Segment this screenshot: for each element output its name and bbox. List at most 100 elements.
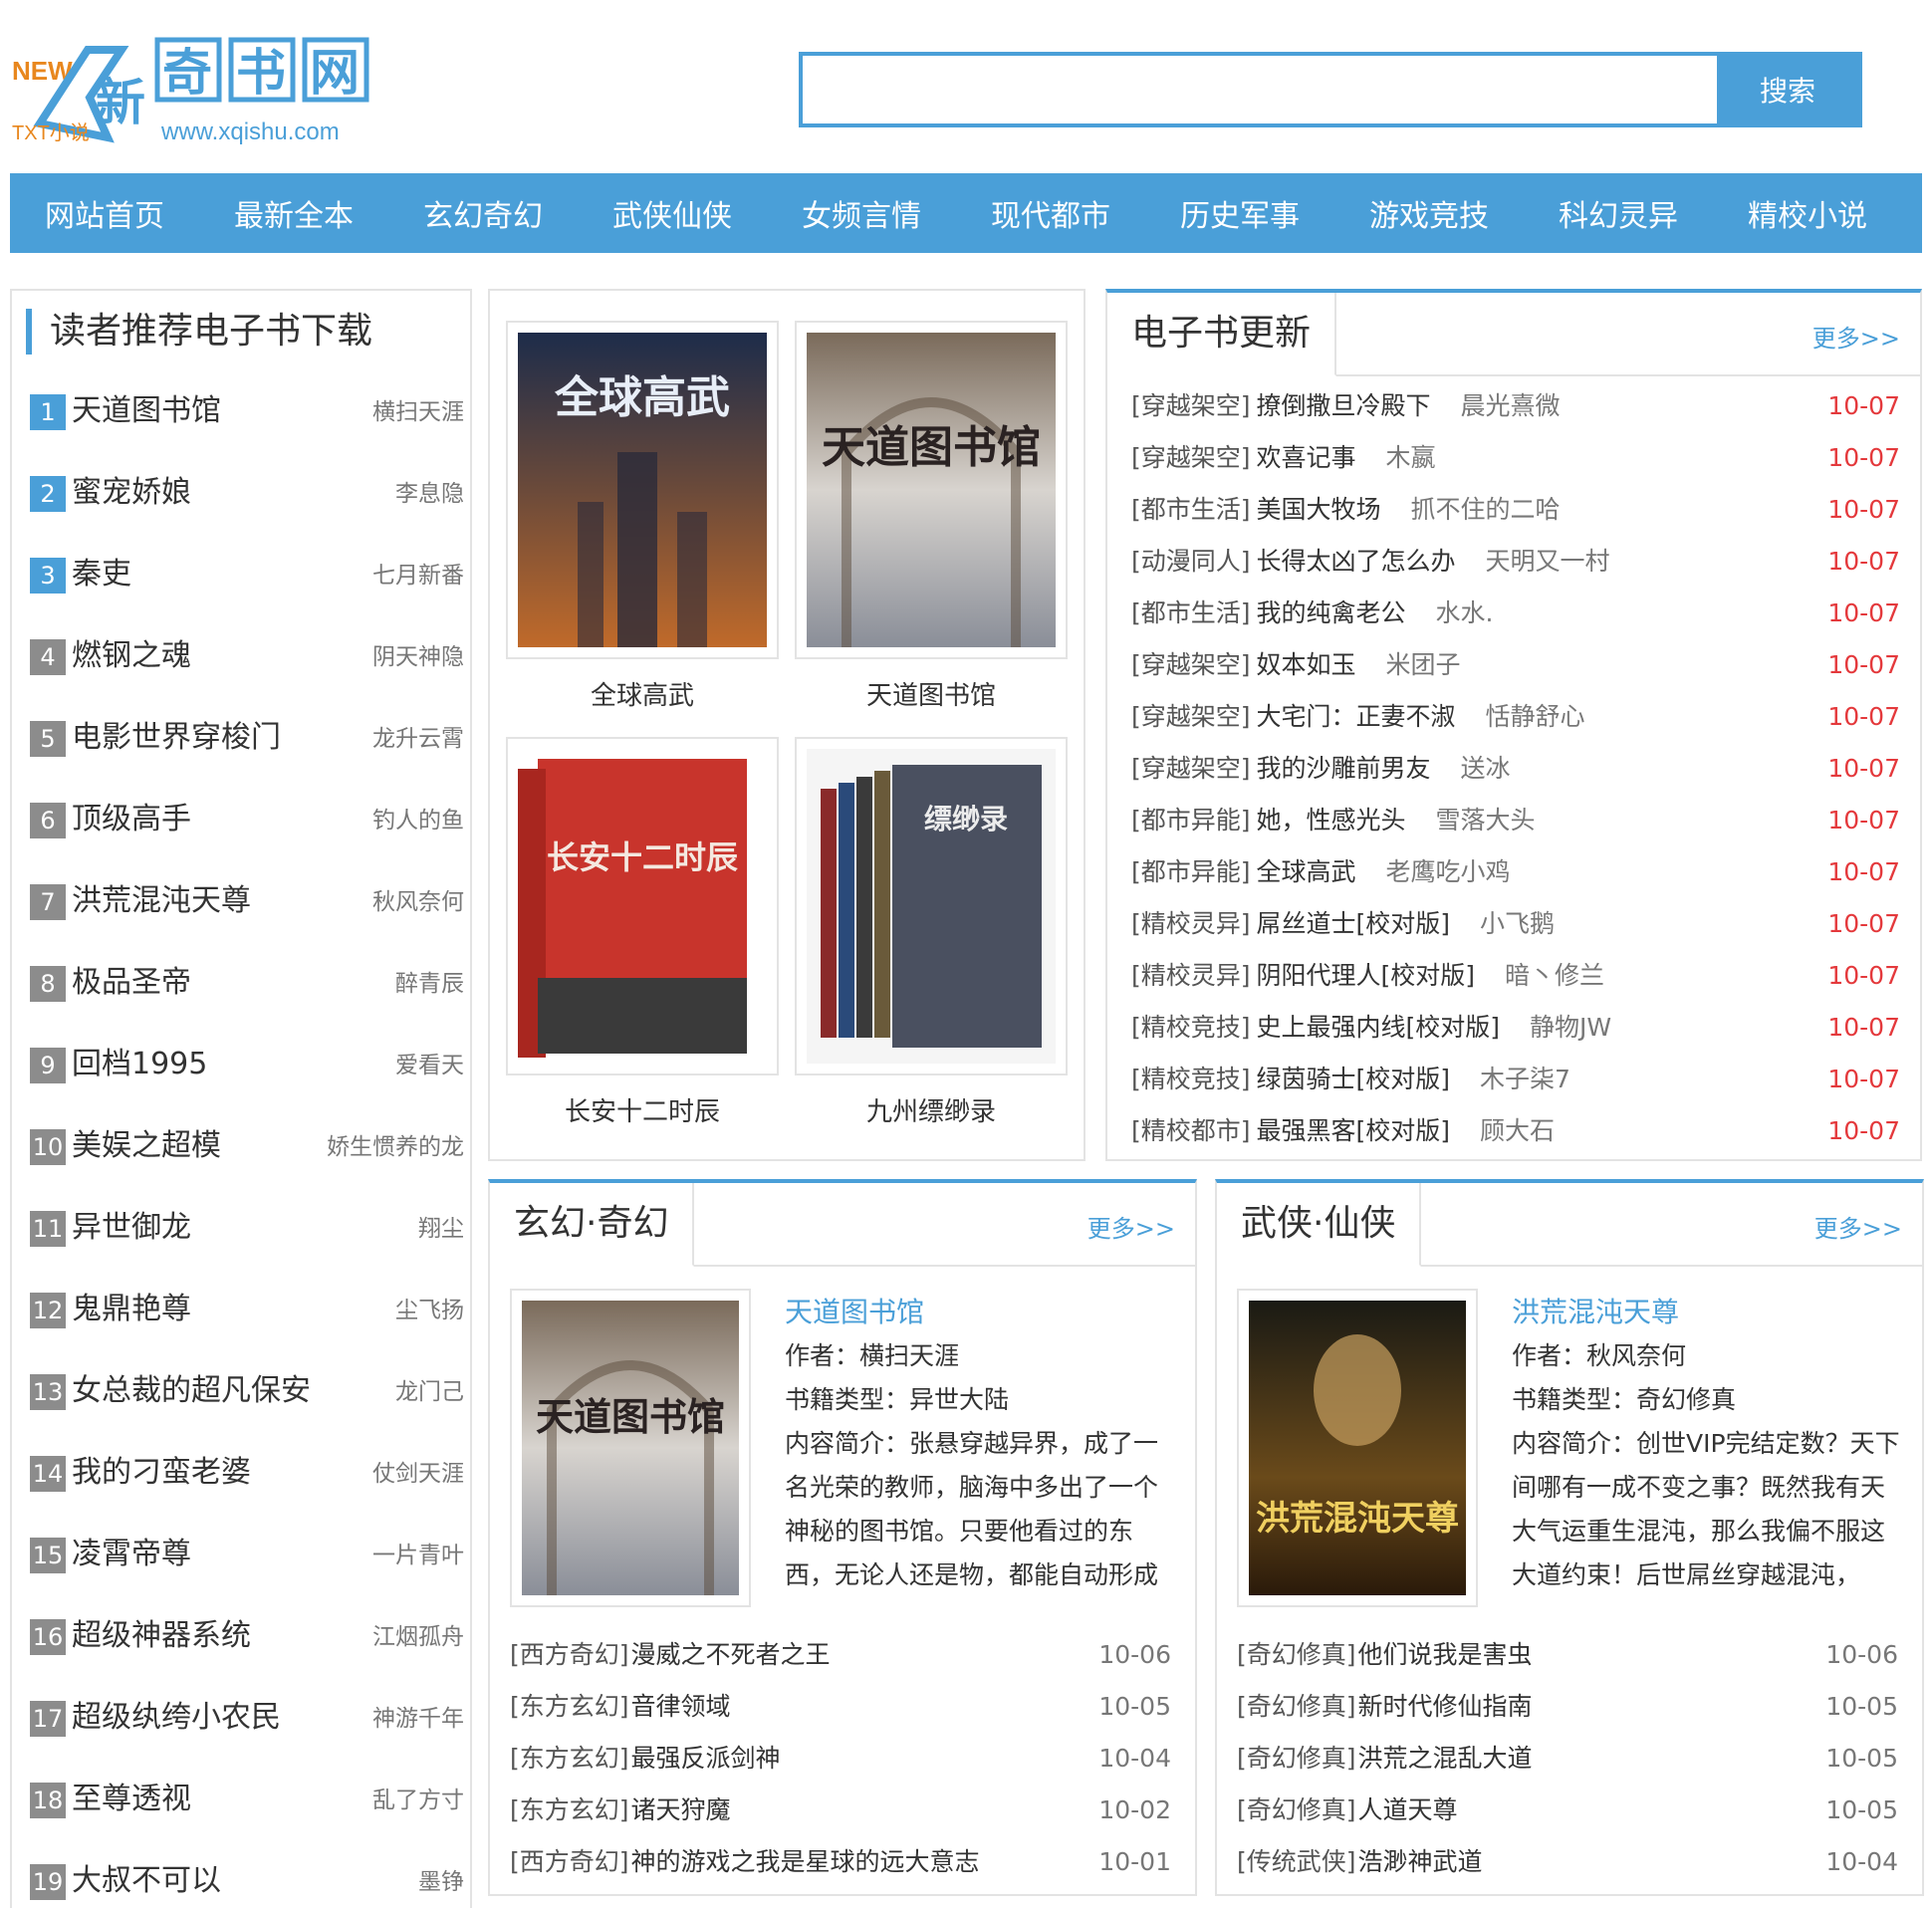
genre-category[interactable]: [西方奇幻] <box>510 1847 629 1876</box>
update-row[interactable]: [穿越架空] 撩倒撒旦冷殿下 晨光熹微 10-07 <box>1131 388 1900 424</box>
update-book-title[interactable]: 全球高武 <box>1257 857 1356 886</box>
update-book-title[interactable]: 我的纯禽老公 <box>1257 598 1406 627</box>
nav-romance[interactable]: 女频言情 <box>767 191 956 235</box>
book-cover-frame[interactable]: 全球高武 <box>506 321 779 659</box>
update-row[interactable]: [穿越架空] 我的沙雕前男友 送冰 10-07 <box>1131 751 1900 787</box>
genre-category[interactable]: [东方玄幻] <box>510 1744 629 1773</box>
ranking-item[interactable]: 18 至尊透视 乱了方寸 <box>30 1779 464 1818</box>
genre-list-row[interactable]: [奇幻修真]新时代修仙指南 10-05 <box>1237 1689 1898 1725</box>
update-book-title[interactable]: 我的沙雕前男友 <box>1257 754 1431 783</box>
update-book-title[interactable]: 撩倒撒旦冷殿下 <box>1257 391 1431 420</box>
update-author[interactable]: 晨光熹微 <box>1461 391 1561 420</box>
ranking-item[interactable]: 12 鬼鼎艳尊 尘飞扬 <box>30 1289 464 1328</box>
nav-xuanhuan[interactable]: 玄幻奇幻 <box>388 191 578 235</box>
update-book-title[interactable]: 史上最强内线[校对版] <box>1257 1013 1501 1042</box>
featured-book-title[interactable]: 九州缥缈录 <box>795 1091 1068 1128</box>
more-link[interactable]: 更多>> <box>1812 319 1900 354</box>
book-cover-image[interactable]: 天道图书馆 <box>807 333 1056 647</box>
update-row[interactable]: [精校竞技] 史上最强内线[校对版] 静物JW 10-07 <box>1131 1010 1900 1046</box>
ranking-item[interactable]: 16 超级神器系统 江烟孤舟 <box>30 1615 464 1655</box>
update-author[interactable]: 木子柒7 <box>1480 1065 1570 1093</box>
nav-gaming[interactable]: 游戏竞技 <box>1334 191 1524 235</box>
rank-book-title[interactable]: 异世御龙 <box>72 1207 191 1249</box>
update-row[interactable]: [都市生活] 美国大牧场 抓不住的二哈 10-07 <box>1131 492 1900 528</box>
update-book-title[interactable]: 她，性感光头 <box>1257 806 1406 835</box>
ranking-item[interactable]: 13 女总裁的超凡保安 龙门己 <box>30 1370 464 1410</box>
genre-list-row[interactable]: [西方奇幻]神的游戏之我是星球的远大意志 10-01 <box>510 1844 1171 1880</box>
update-category[interactable]: [都市生活] <box>1131 598 1251 627</box>
featured-book[interactable]: 缥缈录 九州缥缈录 <box>795 737 1068 1128</box>
update-book-title[interactable]: 最强黑客[校对版] <box>1257 1116 1451 1145</box>
rank-book-title[interactable]: 凌霄帝尊 <box>72 1534 191 1575</box>
rank-book-title[interactable]: 女总裁的超凡保安 <box>72 1370 311 1412</box>
update-category[interactable]: [都市异能] <box>1131 857 1251 886</box>
nav-home[interactable]: 网站首页 <box>10 191 199 235</box>
ranking-item[interactable]: 15 凌霄帝尊 一片青叶 <box>30 1534 464 1573</box>
update-row[interactable]: [都市生活] 我的纯禽老公 水水. 10-07 <box>1131 596 1900 631</box>
featured-book-title[interactable]: 天道图书馆 <box>785 1291 1175 1334</box>
update-row[interactable]: [穿越架空] 大宅门：正妻不淑 恬静舒心 10-07 <box>1131 699 1900 735</box>
featured-book[interactable]: 全球高武 全球高武 <box>506 321 779 712</box>
genre-category[interactable]: [东方玄幻] <box>510 1795 629 1824</box>
ranking-item[interactable]: 7 洪荒混沌天尊 秋风奈何 <box>30 880 464 920</box>
update-category[interactable]: [精校灵异] <box>1131 909 1251 938</box>
update-row[interactable]: [精校灵异] 屌丝道士[校对版] 小飞鹅 10-07 <box>1131 906 1900 942</box>
update-book-title[interactable]: 长得太凶了怎么办 <box>1257 547 1456 576</box>
genre-category[interactable]: [传统武侠] <box>1237 1847 1356 1876</box>
update-book-title[interactable]: 美国大牧场 <box>1257 495 1381 524</box>
featured-book-title[interactable]: 长安十二时辰 <box>506 1091 779 1128</box>
book-cover-image[interactable]: 长安十二时辰 <box>518 749 767 1064</box>
nav-latest-complete[interactable]: 最新全本 <box>199 191 388 235</box>
update-category[interactable]: [精校竞技] <box>1131 1065 1251 1093</box>
ranking-item[interactable]: 8 极品圣帝 醉青辰 <box>30 962 464 1002</box>
book-cover-frame[interactable]: 洪荒混沌天尊 <box>1237 1289 1478 1607</box>
genre-category[interactable]: [东方玄幻] <box>510 1692 629 1721</box>
update-author[interactable]: 老鹰吃小鸡 <box>1386 857 1511 886</box>
update-row[interactable]: [都市异能] 全球高武 老鹰吃小鸡 10-07 <box>1131 854 1900 890</box>
nav-proofread[interactable]: 精校小说 <box>1713 191 1902 235</box>
update-category[interactable]: [精校灵异] <box>1131 961 1251 990</box>
genre-book-title[interactable]: 音律领域 <box>631 1692 731 1721</box>
update-row[interactable]: [穿越架空] 奴本如玉 米团子 10-07 <box>1131 647 1900 683</box>
rank-book-title[interactable]: 极品圣帝 <box>72 962 191 1004</box>
update-book-title[interactable]: 欢喜记事 <box>1257 443 1356 472</box>
rank-book-title[interactable]: 我的刁蛮老婆 <box>72 1452 251 1494</box>
rank-book-title[interactable]: 洪荒混沌天尊 <box>72 880 251 922</box>
search-input[interactable] <box>803 56 1717 123</box>
rank-book-title[interactable]: 超级神器系统 <box>72 1615 251 1657</box>
ranking-item[interactable]: 17 超级纨绔小农民 神游千年 <box>30 1697 464 1737</box>
rank-book-title[interactable]: 回档1995 <box>72 1044 207 1085</box>
ranking-item[interactable]: 3 秦吏 七月新番 <box>30 554 464 594</box>
book-cover-frame[interactable]: 天道图书馆 <box>795 321 1068 659</box>
update-book-title[interactable]: 大宅门：正妻不淑 <box>1257 702 1456 731</box>
genre-category[interactable]: [西方奇幻] <box>510 1640 629 1669</box>
update-book-title[interactable]: 阴阳代理人[校对版] <box>1257 961 1476 990</box>
book-cover-image[interactable]: 全球高武 <box>518 333 767 647</box>
update-row[interactable]: [动漫同人] 长得太凶了怎么办 天明又一村 10-07 <box>1131 544 1900 580</box>
book-cover-image[interactable]: 洪荒混沌天尊 <box>1249 1301 1466 1595</box>
update-author[interactable]: 抓不住的二哈 <box>1411 495 1561 524</box>
rank-book-title[interactable]: 秦吏 <box>72 554 131 596</box>
genre-book-title[interactable]: 人道天尊 <box>1358 1795 1458 1824</box>
update-author[interactable]: 天明又一村 <box>1486 547 1610 576</box>
rank-book-title[interactable]: 电影世界穿梭门 <box>72 717 281 759</box>
featured-book-title[interactable]: 洪荒混沌天尊 <box>1512 1291 1902 1334</box>
ranking-item[interactable]: 10 美娱之超模 娇生惯养的龙 <box>30 1125 464 1165</box>
update-author[interactable]: 米团子 <box>1386 650 1461 679</box>
genre-category[interactable]: [奇幻修真] <box>1237 1744 1356 1773</box>
genre-book-title[interactable]: 他们说我是害虫 <box>1358 1640 1533 1669</box>
book-cover-frame[interactable]: 长安十二时辰 <box>506 737 779 1075</box>
book-cover-image[interactable]: 缥缈录 <box>807 749 1056 1064</box>
ranking-item[interactable]: 14 我的刁蛮老婆 仗剑天涯 <box>30 1452 464 1492</box>
update-category[interactable]: [精校竞技] <box>1131 1013 1251 1042</box>
genre-category[interactable]: [奇幻修真] <box>1237 1692 1356 1721</box>
genre-book-title[interactable]: 新时代修仙指南 <box>1358 1692 1533 1721</box>
more-link[interactable]: 更多>> <box>1087 1209 1175 1244</box>
ranking-item[interactable]: 6 顶级高手 钓人的鱼 <box>30 799 464 838</box>
update-author[interactable]: 恬静舒心 <box>1486 702 1585 731</box>
ranking-item[interactable]: 9 回档1995 爱看天 <box>30 1044 464 1083</box>
book-cover-image[interactable]: 天道图书馆 <box>522 1301 739 1595</box>
genre-list-row[interactable]: [传统武侠]浩渺神武道 10-04 <box>1237 1844 1898 1880</box>
rank-book-title[interactable]: 蜜宠娇娘 <box>72 472 191 514</box>
update-row[interactable]: [精校竞技] 绿茵骑士[校对版] 木子柒7 10-07 <box>1131 1062 1900 1097</box>
